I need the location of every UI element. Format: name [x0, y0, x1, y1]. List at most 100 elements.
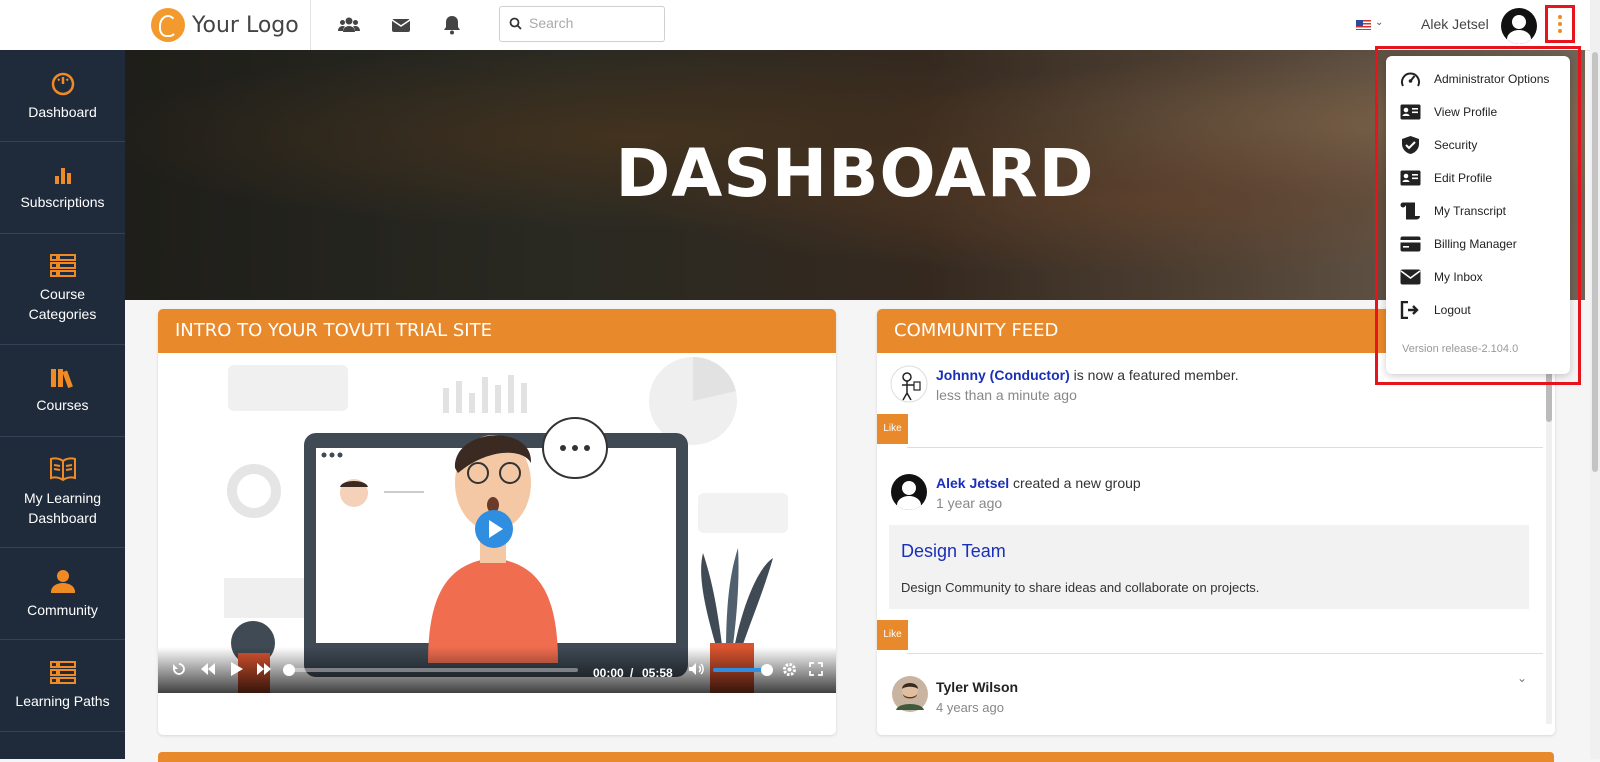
sidebar-item-label: Subscriptions — [20, 193, 105, 210]
site-logo[interactable]: Your Logo — [151, 8, 299, 42]
sidebar-item-learning-paths[interactable]: Learning Paths — [0, 640, 125, 732]
divider — [907, 447, 1543, 448]
like-button[interactable]: Like — [877, 620, 908, 650]
menu-item-view-profile[interactable]: View Profile — [1400, 101, 1497, 123]
sidebar-item-dashboard[interactable]: Dashboard — [0, 50, 125, 142]
group-preview[interactable]: Design Team Design Community to share id… — [889, 525, 1529, 609]
id-card-icon — [1400, 104, 1421, 120]
open-book-icon — [49, 457, 76, 482]
menu-item-label: Logout — [1434, 303, 1471, 317]
menu-item-label: Edit Profile — [1434, 171, 1493, 185]
divider — [907, 653, 1543, 654]
seek-bar[interactable] — [283, 664, 578, 676]
sidebar-item-subscriptions[interactable]: Subscriptions — [0, 142, 125, 234]
community-icon — [50, 569, 75, 593]
avatar — [892, 676, 928, 712]
feed-time: 1 year ago — [936, 495, 1003, 511]
gauge-icon — [51, 72, 74, 95]
user-name[interactable]: Alek Jetsel — [1421, 16, 1489, 32]
users-icon[interactable] — [338, 14, 360, 36]
group-title[interactable]: Design Team — [901, 541, 1006, 562]
volume-icon[interactable] — [688, 662, 705, 676]
feed-item: Johnny (Conductor) is now a featured mem… — [936, 367, 1239, 383]
sidebar-item-label: Learning Paths — [15, 692, 110, 709]
fullscreen-icon[interactable] — [809, 662, 823, 676]
bell-icon[interactable] — [441, 14, 463, 36]
scroll-icon — [1400, 202, 1420, 220]
menu-item-label: Administrator Options — [1434, 72, 1550, 86]
avatar[interactable] — [1501, 8, 1537, 44]
menu-item-my-inbox[interactable]: My Inbox — [1400, 266, 1483, 288]
avatar — [891, 474, 927, 510]
menu-item-administrator-options[interactable]: Administrator Options — [1400, 68, 1549, 90]
menu-item-label: View Profile — [1434, 105, 1498, 119]
feed-action: created a new group — [1009, 475, 1141, 491]
feed-time: 4 years ago — [936, 700, 1004, 715]
feed-time: less than a minute ago — [936, 387, 1077, 403]
search-input[interactable] — [527, 14, 661, 32]
sidebar-item-label: Course Categories — [28, 286, 97, 322]
menu-item-label: My Inbox — [1434, 270, 1483, 284]
settings-gear-icon[interactable] — [782, 662, 797, 677]
play-icon[interactable] — [230, 661, 244, 677]
video-player[interactable]: 00:00 / 05:58 — [158, 353, 836, 693]
menu-item-label: My Transcript — [1434, 204, 1507, 218]
sidebar-item-community[interactable]: Community — [0, 548, 125, 640]
page-title: DASHBOARD — [615, 135, 1095, 212]
volume-handle[interactable] — [761, 664, 773, 676]
sidebar-item-label: My Learning Dashboard — [23, 490, 102, 526]
menu-item-billing-manager[interactable]: Billing Manager — [1400, 233, 1517, 255]
feed-user-link[interactable]: Johnny (Conductor) — [936, 367, 1070, 383]
top-bar: Your Logo ⌄ Alek Jetsel — [0, 0, 1600, 51]
envelope-icon — [1400, 269, 1421, 285]
menu-item-edit-profile[interactable]: Edit Profile — [1400, 167, 1492, 189]
feed-action: is now a featured member. — [1069, 367, 1239, 383]
list-icon — [49, 254, 76, 277]
volume-slider[interactable] — [713, 664, 773, 676]
avatar — [890, 365, 928, 403]
feed-user-link[interactable]: Alek Jetsel — [936, 475, 1009, 491]
menu-item-my-transcript[interactable]: My Transcript — [1400, 200, 1506, 222]
hero-banner: DASHBOARD — [125, 50, 1585, 300]
list-icon — [49, 660, 76, 684]
time-separator: / — [630, 666, 634, 680]
envelope-icon[interactable] — [390, 14, 412, 36]
current-time: 00:00 — [593, 666, 624, 680]
sidebar-item-course-categories[interactable]: Course Categories — [0, 234, 125, 345]
feed-list: Johnny (Conductor) is now a featured mem… — [877, 353, 1555, 728]
fast-forward-icon[interactable] — [256, 662, 272, 676]
rewind-icon[interactable] — [200, 662, 216, 676]
sidebar-item-my-learning-dashboard[interactable]: My Learning Dashboard — [0, 437, 125, 548]
page-scrollbar-thumb[interactable] — [1592, 52, 1598, 472]
sidebar-item-label: Courses — [36, 396, 89, 413]
next-card-header — [158, 752, 1554, 762]
menu-item-security[interactable]: Security — [1400, 134, 1477, 156]
shield-check-icon — [1402, 136, 1419, 154]
replay-icon[interactable] — [172, 662, 186, 676]
speedometer-icon — [1401, 72, 1420, 86]
menu-item-label: Security — [1434, 138, 1478, 152]
intro-card: INTRO TO YOUR TOVUTI TRIAL SITE 00:00 / … — [158, 309, 836, 735]
like-button[interactable]: Like — [877, 414, 908, 444]
sidebar-item-label: Dashboard — [28, 103, 97, 120]
logout-icon — [1400, 301, 1419, 319]
us-flag-icon[interactable] — [1356, 20, 1371, 30]
menu-item-logout[interactable]: Logout — [1400, 299, 1471, 321]
more-options-button[interactable] — [1545, 5, 1575, 43]
chevron-down-icon[interactable]: ⌄ — [1375, 17, 1383, 28]
seek-handle[interactable] — [283, 664, 295, 676]
search-box[interactable] — [499, 6, 665, 42]
sidebar: Dashboard Subscriptions Course Categorie… — [0, 50, 125, 759]
version-label: Version release-2.104.0 — [1402, 343, 1519, 355]
divider — [310, 0, 311, 50]
feed-item: Alek Jetsel created a new group — [936, 475, 1141, 491]
group-description: Design Community to share ideas and coll… — [901, 580, 1260, 595]
logo-icon — [151, 8, 185, 42]
sidebar-item-courses[interactable]: Courses — [0, 345, 125, 437]
logo-text: Your Logo — [192, 12, 299, 38]
bar-chart-icon — [54, 167, 71, 184]
credit-card-icon — [1400, 236, 1421, 252]
chevron-down-icon[interactable]: ⌄ — [1517, 671, 1527, 685]
feed-user-name[interactable]: Tyler Wilson — [936, 679, 1018, 695]
sidebar-item-label: Community — [27, 601, 98, 618]
